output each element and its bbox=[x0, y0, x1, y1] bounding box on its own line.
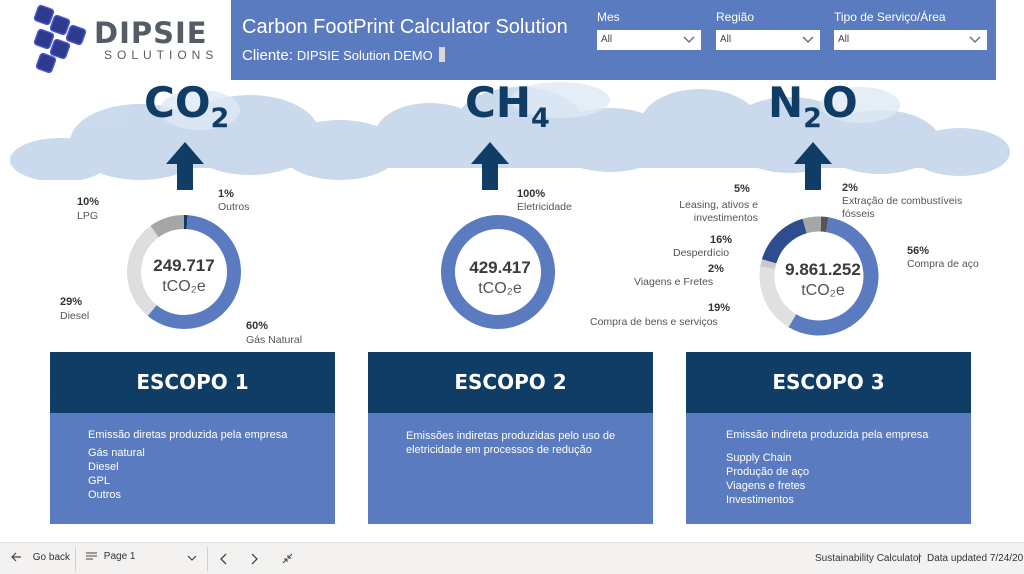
list-item: Viagens e fretes bbox=[726, 480, 806, 492]
label-pct-leasing: 5% bbox=[734, 183, 750, 195]
scope1-list: Gás natural Diesel GPL Outros bbox=[88, 446, 145, 502]
list-item: Gás natural bbox=[88, 447, 145, 459]
donut2-total: 429.417 bbox=[469, 258, 531, 277]
donut2-unit: tCO₂e bbox=[478, 280, 522, 297]
scope3-card: Emissão indireta produzida pela empresa … bbox=[686, 413, 971, 524]
donut-segment[interactable] bbox=[802, 216, 822, 234]
donut-segment[interactable] bbox=[820, 216, 829, 233]
donut-segment[interactable] bbox=[761, 218, 808, 264]
label-viagens: Viagens e Fretes bbox=[634, 276, 714, 288]
arrow-left-icon bbox=[11, 552, 21, 562]
label-pct-outros: 1% bbox=[218, 188, 234, 200]
scope1-description: Emissão diretas produzida pela empresa bbox=[88, 429, 288, 441]
label-pct-gas-natural: 60% bbox=[246, 320, 269, 332]
list-item: Supply Chain bbox=[726, 452, 792, 464]
label-desperdicio: Desperdício bbox=[673, 247, 730, 259]
report-page: DIPSIE SOLUTIONS Carbon FootPrint Calcul… bbox=[0, 0, 1024, 574]
label-compra-aco: Compra de aço bbox=[907, 258, 979, 270]
label-pct-desperdicio: 16% bbox=[710, 234, 733, 246]
go-back-label: Go back bbox=[32, 551, 71, 563]
label-pct-viagens: 2% bbox=[708, 263, 724, 275]
label-pct-compra-aco: 56% bbox=[907, 245, 930, 257]
label-extracao: Extração de combustíveis fósseis bbox=[842, 195, 963, 220]
donut-segment[interactable] bbox=[150, 215, 185, 238]
scope2-description: Emissões indiretas produzidas pelo uso d… bbox=[406, 430, 616, 456]
scope2-header: ESCOPO 2 bbox=[368, 352, 653, 413]
scope3-header: ESCOPO 3 bbox=[686, 352, 971, 413]
data-updated: Data updated 7/24/20 bbox=[927, 553, 1024, 564]
chevron-down-icon bbox=[187, 555, 197, 561]
label-compra-bens: Compra de bens e serviços bbox=[590, 316, 718, 328]
donut3-total: 9.861.252 bbox=[785, 260, 861, 279]
donut1-total: 249.717 bbox=[153, 256, 215, 275]
menu-lines-icon bbox=[86, 552, 97, 560]
list-item: Outros bbox=[88, 489, 122, 501]
divider bbox=[207, 547, 208, 571]
list-item: Investimentos bbox=[726, 494, 794, 506]
list-item: GPL bbox=[88, 475, 111, 487]
scope3-list: Supply Chain Produção de aço Viagens e f… bbox=[726, 451, 809, 507]
label-diesel: Diesel bbox=[60, 310, 90, 322]
prev-page-icon[interactable] bbox=[219, 553, 227, 565]
scope3-description: Emissão indireta produzida pela empresa bbox=[726, 429, 929, 441]
donut3-unit: tCO₂e bbox=[801, 282, 845, 299]
list-item: Produção de aço bbox=[726, 466, 810, 478]
label-lpg: LPG bbox=[77, 210, 99, 222]
list-item: Diesel bbox=[88, 461, 119, 473]
footer-separator: | bbox=[918, 553, 921, 564]
page-selector-label: Page 1 bbox=[103, 551, 136, 562]
page-selector[interactable]: Page 1 bbox=[86, 551, 201, 562]
label-pct-compra-bens: 19% bbox=[708, 302, 731, 314]
divider bbox=[75, 547, 76, 571]
scope2-card: Emissões indiretas produzidas pelo uso d… bbox=[368, 413, 653, 524]
label-pct-eletricidade: 100% bbox=[517, 188, 546, 200]
report-name: Sustainability Calculator bbox=[815, 553, 922, 564]
scope1-card: Emissão diretas produzida pela empresa G… bbox=[50, 413, 335, 524]
label-leasing: Leasing, ativos e investimentos bbox=[679, 199, 758, 224]
exit-fullscreen-icon[interactable] bbox=[282, 553, 293, 564]
donut1-unit: tCO₂e bbox=[162, 278, 206, 295]
go-back-button[interactable]: Go back bbox=[10, 551, 70, 563]
scope1-header: ESCOPO 1 bbox=[50, 352, 335, 413]
label-outros: Outros bbox=[218, 201, 250, 213]
label-pct-lpg: 10% bbox=[77, 196, 100, 208]
label-eletricidade: Eletricidade bbox=[517, 201, 572, 213]
next-page-icon[interactable] bbox=[251, 553, 259, 565]
label-pct-extracao: 2% bbox=[842, 182, 858, 194]
label-gas-natural: Gás Natural bbox=[246, 334, 303, 346]
label-pct-diesel: 29% bbox=[60, 296, 83, 308]
report-footer-bar: Go back Page 1 Sustainability Calculator… bbox=[0, 542, 1024, 574]
